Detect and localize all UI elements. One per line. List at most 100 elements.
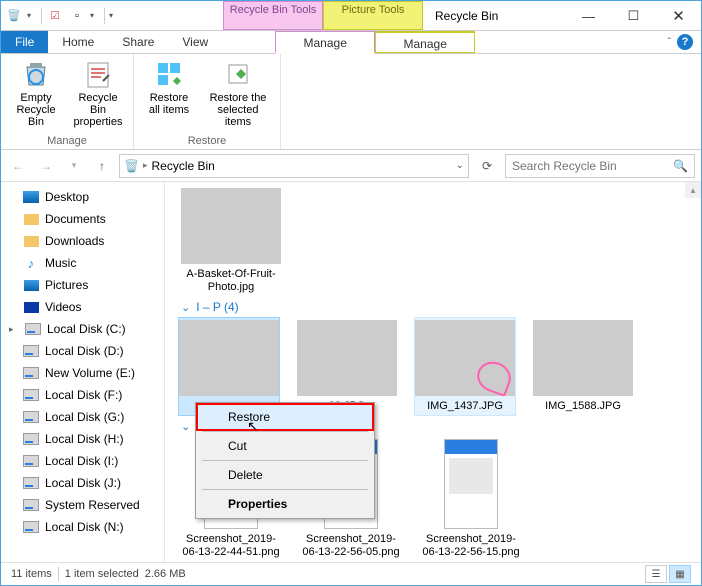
contextual-tabs: Recycle Bin Tools Picture Tools xyxy=(223,1,423,30)
file-name: Screenshot_2019-06-13-22-44-51.png xyxy=(181,533,281,559)
chevron-right-icon[interactable]: ▸ xyxy=(143,160,148,171)
content-area: Desktop Documents Downloads ♪Music Pictu… xyxy=(1,182,701,562)
sidebar-item-documents[interactable]: Documents xyxy=(1,208,164,230)
thumbnail-image xyxy=(297,320,397,396)
tab-home[interactable]: Home xyxy=(48,31,108,53)
cursor-icon: ↖ xyxy=(247,418,259,435)
sidebar-item-local-disk-d[interactable]: Local Disk (D:) xyxy=(1,340,164,362)
properties-icon xyxy=(82,58,114,90)
breadcrumb[interactable]: Recycle Bin xyxy=(151,159,214,173)
maximize-button[interactable]: ☐ xyxy=(611,1,656,31)
sidebar-item-desktop[interactable]: Desktop xyxy=(1,186,164,208)
collapse-icon[interactable]: ⌄ xyxy=(181,420,190,433)
file-name: Screenshot_2019-06-13-22-56-05.png xyxy=(301,533,401,559)
recycle-bin-tools-tab[interactable]: Recycle Bin Tools xyxy=(223,1,323,30)
quick-access-toolbar: 🗑️ ▾ ☑ ▫ ▾ ▾ xyxy=(1,1,123,30)
restore-all-button[interactable]: Restore all items xyxy=(140,56,198,133)
empty-recycle-bin-button[interactable]: Empty Recycle Bin xyxy=(7,56,65,133)
label: Restore all items xyxy=(144,92,194,116)
recycle-bin-properties-button[interactable]: Recycle Bin properties xyxy=(69,56,127,133)
sidebar-item-downloads[interactable]: Downloads xyxy=(1,230,164,252)
history-dropdown-icon[interactable]: ▾ xyxy=(63,155,85,177)
status-selected-size: 2.66 MB xyxy=(145,568,186,580)
details-view-button[interactable]: ☰ xyxy=(645,565,667,583)
help-icon[interactable]: ? xyxy=(677,34,693,50)
up-button[interactable]: ↑ xyxy=(91,155,113,177)
tab-share[interactable]: Share xyxy=(108,31,168,53)
search-icon[interactable]: 🔍 xyxy=(673,159,688,173)
collapse-ribbon-icon[interactable]: ˆ xyxy=(668,37,671,48)
sidebar-item-local-disk-i[interactable]: Local Disk (I:) xyxy=(1,450,164,472)
file-item[interactable]: 02.JPG xyxy=(297,320,397,413)
tab-manage-recyclebin[interactable]: Manage xyxy=(275,31,375,54)
status-bar: 11 items 1 item selected 2.66 MB ☰ ▦ xyxy=(1,562,701,585)
restore-selected-icon xyxy=(222,58,254,90)
group-label: Restore xyxy=(188,133,227,149)
file-list[interactable]: ▴ A-Basket-Of-Fruit-Photo.jpg ⌄ I – P (4… xyxy=(165,182,701,562)
tab-view[interactable]: View xyxy=(168,31,222,53)
label: Empty Recycle Bin xyxy=(11,92,61,128)
empty-bin-icon xyxy=(20,58,52,90)
address-bar[interactable]: 🗑️ ▸ Recycle Bin ⌄ xyxy=(119,154,469,178)
tab-manage-picture[interactable]: Manage xyxy=(375,31,475,53)
sidebar-item-local-disk-h[interactable]: Local Disk (H:) xyxy=(1,428,164,450)
sidebar-item-local-disk-n[interactable]: Local Disk (N:) xyxy=(1,516,164,538)
file-item[interactable]: Screenshot_2019-06-13-22-56-15.png xyxy=(421,439,521,559)
qat-dropdown-icon[interactable]: ▾ xyxy=(27,11,37,20)
window-title: Recycle Bin xyxy=(423,1,566,30)
sidebar-item-system-reserved[interactable]: System Reserved xyxy=(1,494,164,516)
status-item-count: 11 items xyxy=(11,568,52,580)
qat-item-icon[interactable]: ▫ xyxy=(68,7,86,25)
restore-selected-button[interactable]: Restore the selected items xyxy=(202,56,274,133)
label: Restore the selected items xyxy=(206,92,270,128)
ribbon-group-restore: Restore all items Restore the selected i… xyxy=(134,54,281,149)
tab-file[interactable]: File xyxy=(1,31,48,53)
sidebar-item-pictures[interactable]: Pictures xyxy=(1,274,164,296)
forward-button[interactable]: → xyxy=(35,155,57,177)
sidebar-item-videos[interactable]: Videos xyxy=(1,296,164,318)
context-menu-properties[interactable]: Properties xyxy=(198,492,372,516)
context-menu-delete[interactable]: Delete xyxy=(198,463,372,487)
separator xyxy=(202,460,368,461)
context-menu: Restore Cut Delete Properties xyxy=(195,402,375,519)
separator xyxy=(202,489,368,490)
qat-dropdown-icon[interactable]: ▾ xyxy=(90,11,100,20)
navigation-pane[interactable]: Desktop Documents Downloads ♪Music Pictu… xyxy=(1,182,165,562)
sidebar-item-local-disk-f[interactable]: Local Disk (F:) xyxy=(1,384,164,406)
sidebar-item-local-disk-j[interactable]: Local Disk (J:) xyxy=(1,472,164,494)
context-menu-cut[interactable]: Cut xyxy=(198,434,372,458)
file-item-selected[interactable] xyxy=(179,318,279,415)
scroll-up-icon[interactable]: ▴ xyxy=(685,182,701,198)
search-input[interactable] xyxy=(512,159,673,173)
recycle-bin-icon: 🗑️ xyxy=(124,159,139,173)
sidebar-item-local-disk-c[interactable]: ▸Local Disk (C:) xyxy=(1,318,164,340)
file-item[interactable]: IMG_1588.JPG xyxy=(533,320,633,413)
search-box[interactable]: 🔍 xyxy=(505,154,695,178)
title-bar: 🗑️ ▾ ☑ ▫ ▾ ▾ Recycle Bin Tools Picture T… xyxy=(1,1,701,31)
file-item[interactable]: IMG_1437.JPG xyxy=(415,318,515,415)
group-header-i-p[interactable]: ⌄ I – P (4) xyxy=(181,300,693,314)
collapse-icon[interactable]: ⌄ xyxy=(181,301,190,314)
sidebar-item-new-volume-e[interactable]: New Volume (E:) xyxy=(1,362,164,384)
thumbnails-view-button[interactable]: ▦ xyxy=(669,565,691,583)
expand-icon[interactable]: ▸ xyxy=(9,324,19,335)
address-dropdown-icon[interactable]: ⌄ xyxy=(456,160,464,171)
ribbon-tabs: File Home Share View Manage Manage ˆ ? xyxy=(1,31,701,54)
back-button[interactable]: ← xyxy=(7,155,29,177)
thumbnail-image xyxy=(415,320,515,396)
close-button[interactable]: ✕ xyxy=(656,1,701,31)
minimize-button[interactable]: — xyxy=(566,1,611,31)
context-menu-restore[interactable]: Restore xyxy=(198,405,372,429)
thumbnail-image xyxy=(179,320,279,396)
picture-tools-tab[interactable]: Picture Tools xyxy=(323,1,423,30)
ribbon-group-manage: Empty Recycle Bin Recycle Bin properties… xyxy=(1,54,134,149)
file-name: Screenshot_2019-06-13-22-56-15.png xyxy=(421,533,521,559)
sidebar-item-music[interactable]: ♪Music xyxy=(1,252,164,274)
properties-icon[interactable]: ☑ xyxy=(46,7,64,25)
refresh-button[interactable]: ⟳ xyxy=(475,154,499,178)
sidebar-item-local-disk-g[interactable]: Local Disk (G:) xyxy=(1,406,164,428)
file-name: IMG_1588.JPG xyxy=(545,400,621,413)
qat-customize-icon[interactable]: ▾ xyxy=(109,11,119,20)
ribbon: Empty Recycle Bin Recycle Bin properties… xyxy=(1,54,701,150)
file-item[interactable]: A-Basket-Of-Fruit-Photo.jpg xyxy=(181,188,281,294)
